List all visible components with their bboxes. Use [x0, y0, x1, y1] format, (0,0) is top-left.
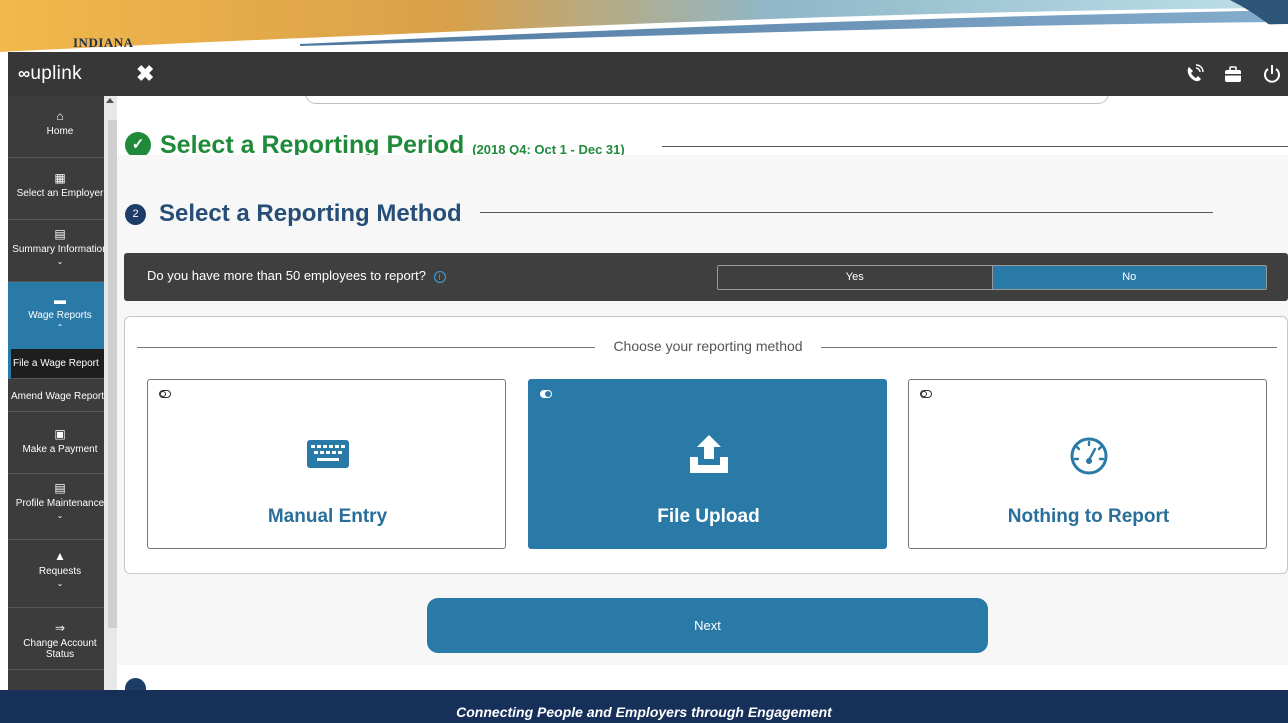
profile-icon: ▤ [54, 481, 66, 495]
info-icon[interactable]: i [433, 271, 446, 283]
exchange-icon: ⇒ [54, 621, 66, 635]
power-icon[interactable] [1262, 64, 1282, 84]
manual-entry-label: Manual Entry [267, 506, 388, 527]
sidebar-item-label: Requests [38, 566, 82, 577]
payment-icon: ▣ [54, 427, 66, 441]
sidebar-item-label: Profile Maintenance [15, 498, 105, 509]
sidebar-item-profile-maintenance[interactable]: ▤ Profile Maintenance ⌄ [8, 474, 112, 540]
chevron-down-icon: ⌄ [56, 257, 64, 266]
chevron-down-icon: ⌄ [56, 511, 64, 520]
sidebar-item-wage-reports[interactable]: ▬ Wage Reports ⌃ [8, 282, 112, 358]
yes-option[interactable]: Yes [718, 266, 993, 289]
method-legend-label: Choose your reporting method [613, 338, 803, 354]
method-legend: Choose your reporting method [125, 338, 1288, 358]
app-logo[interactable]: ∞uplink [18, 63, 82, 85]
app-top-bar: ∞uplink ✖ [8, 52, 1288, 96]
yes-no-toggle: Yes No [717, 265, 1267, 290]
state-name: INDIANA [73, 35, 134, 50]
reporting-method-panel: Choose your reporting method Manual Entr… [124, 316, 1288, 574]
document-icon: ▤ [54, 227, 66, 241]
sidebar-item-change-account-status[interactable]: ⇒ Change Account Status [8, 608, 112, 670]
employee-count-question: Do you have more than 50 employees to re… [124, 253, 1288, 301]
home-icon: ⌂ [56, 109, 64, 123]
sidebar-subitem-amend-wage-report[interactable]: Amend Wage Report [8, 382, 112, 412]
file-upload-label: File Upload [657, 506, 760, 527]
main-content: ✓ Select a Reporting Period (2018 Q4: Oc… [117, 96, 1288, 690]
building-icon: ▦ [54, 171, 66, 185]
radio-toggle-icon [159, 390, 171, 398]
sidebar: ⌂ Home ▦ Select an Employer ▤ Summary In… [8, 96, 117, 690]
chevron-up-icon: ⌃ [56, 323, 64, 332]
close-menu-icon[interactable]: ✖ [136, 61, 154, 87]
phone-icon[interactable] [1184, 64, 1204, 84]
sidebar-subitem-file-wage-report[interactable]: File a Wage Report [8, 349, 112, 379]
divider [137, 347, 595, 348]
reporting-method-header: 2 Select a Reporting Method [125, 199, 462, 229]
sidebar-item-label: Change Account Status [23, 638, 97, 660]
slide-banner: INDIANA [0, 0, 1288, 52]
sidebar-scroll-thumb[interactable] [108, 120, 117, 628]
slide: INDIANA ∞uplink ✖ ⌂ Home ▦ Select an Emp… [0, 0, 1288, 723]
sidebar-item-label: Select an Employer [16, 188, 104, 199]
search-input[interactable] [305, 96, 1109, 104]
divider [480, 212, 1213, 213]
folder-icon: ▬ [54, 293, 66, 307]
logo-text: uplink [30, 63, 82, 84]
nothing-to-report-card[interactable]: Nothing to Report [908, 379, 1267, 549]
sidebar-item-label: Wage Reports [28, 310, 92, 321]
upload-icon [690, 435, 728, 473]
scroll-up-icon[interactable] [106, 98, 114, 103]
radio-toggle-icon [920, 390, 932, 398]
no-option[interactable]: No [992, 266, 1266, 289]
slide-footer: Connecting People and Employers through … [0, 690, 1288, 723]
file-upload-card[interactable]: File Upload [528, 379, 887, 549]
manual-entry-card[interactable]: Manual Entry [147, 379, 506, 549]
requests-icon: ▲ [54, 549, 66, 563]
chevron-down-icon: ⌄ [56, 579, 64, 588]
question-label: Do you have more than 50 employees to re… [147, 268, 426, 283]
sidebar-item-label: Summary Information [12, 244, 108, 255]
divider [821, 347, 1277, 348]
sidebar-item-label: Make a Payment [22, 444, 98, 455]
sidebar-item-requests[interactable]: ▲ Requests ⌄ [8, 540, 112, 608]
sidebar-item-select-employer[interactable]: ▦ Select an Employer [8, 158, 112, 220]
logo-infinity-icon: ∞ [18, 64, 31, 83]
keyboard-icon [307, 440, 349, 468]
next-button[interactable]: Next [427, 598, 988, 653]
banner-swoosh [0, 0, 1288, 52]
sidebar-item-summary-information[interactable]: ▤ Summary Information ⌄ [8, 220, 112, 282]
sidebar-item-home[interactable]: ⌂ Home [8, 96, 112, 158]
step-number: 2 [125, 203, 146, 225]
sidebar-item-label: Home [46, 126, 74, 137]
step-number [125, 678, 146, 690]
briefcase-icon[interactable] [1223, 64, 1243, 84]
gauge-icon [1070, 437, 1108, 475]
sidebar-item-make-payment[interactable]: ▣ Make a Payment [8, 414, 112, 474]
radio-toggle-icon [540, 390, 552, 398]
question-text: Do you have more than 50 employees to re… [147, 268, 446, 283]
nothing-to-report-label: Nothing to Report [1007, 506, 1170, 527]
reporting-method-title: Select a Reporting Method [159, 200, 462, 227]
divider [662, 146, 1288, 147]
